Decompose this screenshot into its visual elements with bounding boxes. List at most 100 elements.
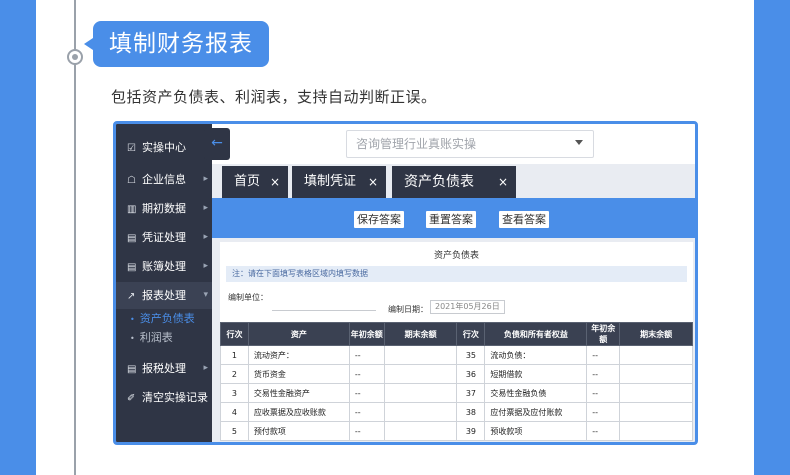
balance-table: 行次 资产 年初余额 期末余额 行次 负债和所有者权益 年初余额 期末余额 1 … — [220, 322, 693, 441]
sidebar-item-label: 凭证处理 — [142, 231, 186, 244]
closing-balance-input[interactable] — [619, 345, 693, 365]
industry-select[interactable]: 咨询管理行业真账实操 — [346, 130, 594, 158]
sidebar: ☑ 实操中心 ☖ 企业信息 ▸ ▥ 期初数据 ▸ ▤ 凭证处理 ▸ ▤ 账簿处理 ▸ ↗ 报表处理 ▾… — [116, 124, 212, 442]
bar-chart-icon: ▥ — [127, 204, 137, 215]
asset-name: 流动资产： — [247, 345, 350, 365]
tab-label: 资产负债表 — [404, 174, 474, 190]
opening-balance: -- — [586, 402, 621, 422]
notice-banner: 注：请在下面填写表格区域内填写数据 — [226, 266, 687, 282]
opening-balance: -- — [586, 383, 621, 403]
checkbox-icon: ☑ — [127, 143, 136, 154]
toolbar: 保存答案 重置答案 查看答案 — [212, 198, 695, 238]
sidebar-item-label: 企业信息 — [142, 173, 186, 186]
tab-label: 填制凭证 — [304, 174, 357, 189]
sidebar-item-label: 报税处理 — [142, 362, 186, 375]
section-title: 填制财务报表 — [84, 21, 269, 67]
row-number: 4 — [220, 402, 249, 422]
opening-balance: -- — [348, 402, 385, 422]
sidebar-item-clear-records[interactable]: ✐ 清空实操记录 — [116, 384, 212, 411]
sidebar-item-label: 期初数据 — [142, 202, 186, 215]
liability-name: 流动负债： — [484, 345, 588, 365]
chevron-icon: ▸ — [203, 203, 208, 213]
sidebar-item-label: 账簿处理 — [142, 260, 186, 273]
table-header-row: 行次 资产 年初余额 期末余额 行次 负债和所有者权益 年初余额 期末余额 — [220, 322, 693, 346]
opening-balance: -- — [586, 345, 621, 365]
row-number: 37 — [456, 383, 486, 403]
column-header: 负债和所有者权益 — [484, 322, 588, 346]
closing-balance-input[interactable] — [619, 421, 693, 441]
timeline-dot — [67, 49, 83, 65]
sidebar-item-label: 清空实操记录 — [142, 391, 208, 404]
select-value: 咨询管理行业真账实操 — [356, 137, 477, 151]
opening-balance: -- — [348, 383, 385, 403]
column-header: 年初余额 — [586, 322, 621, 346]
unit-label: 编制单位： — [228, 293, 268, 302]
closing-balance-input[interactable] — [383, 383, 458, 403]
date-field[interactable]: 2021年05月26日 — [430, 300, 505, 314]
back-arrow-icon[interactable]: ← — [204, 128, 230, 160]
sidebar-item-voucher[interactable]: ▤ 凭证处理 ▸ — [116, 224, 212, 251]
closing-balance-input[interactable] — [619, 383, 693, 403]
timeline-line — [74, 0, 76, 475]
left-blue-band — [0, 0, 36, 475]
tab-balance-sheet[interactable]: 资产负债表 × — [392, 166, 516, 198]
asset-name: 货币资金 — [247, 364, 350, 384]
liability-name: 交易性金融负债 — [484, 383, 588, 403]
row-number: 2 — [220, 364, 249, 384]
column-header: 期末余额 — [619, 322, 693, 346]
asset-name: 交易性金融资产 — [247, 383, 350, 403]
date-label: 编制日期： — [388, 305, 428, 314]
column-header: 行次 — [456, 322, 486, 346]
opening-balance: -- — [348, 421, 385, 441]
column-header: 期末余额 — [383, 322, 458, 346]
closing-balance-input[interactable] — [383, 364, 458, 384]
tab-bar: 首页 × 填制凭证 × 资产负债表 × — [212, 164, 695, 198]
chevron-icon: ▸ — [203, 261, 208, 271]
closing-balance-input[interactable] — [383, 402, 458, 422]
row-number: 38 — [456, 402, 486, 422]
right-blue-band — [754, 0, 790, 475]
close-icon[interactable]: × — [270, 166, 280, 198]
sidebar-item-ledger[interactable]: ▤ 账簿处理 ▸ — [116, 253, 212, 280]
top-bar: 咨询管理行业真账实操 — [212, 124, 695, 164]
closing-balance-input[interactable] — [619, 364, 693, 384]
liability-name: 短期借款 — [484, 364, 588, 384]
liability-name: 预收款项 — [484, 421, 588, 441]
unit-input[interactable] — [272, 310, 376, 311]
column-header: 年初余额 — [348, 322, 385, 346]
chevron-down-icon: ▾ — [203, 290, 208, 300]
sidebar-item-company-info[interactable]: ☖ 企业信息 ▸ — [116, 166, 212, 193]
row-number: 39 — [456, 421, 486, 441]
opening-balance: -- — [348, 364, 385, 384]
closing-balance-input[interactable] — [383, 421, 458, 441]
sidebar-item-tax[interactable]: ▤ 报税处理 ▸ — [116, 355, 212, 382]
chevron-icon: ▸ — [203, 232, 208, 242]
row-number: 3 — [220, 383, 249, 403]
reset-answer-button[interactable]: 重置答案 — [425, 210, 477, 229]
table-row: 4 应收票据及应收账款 -- 38 应付票据及应付账款 -- — [220, 402, 693, 422]
sidebar-item-practice-center[interactable]: ☑ 实操中心 — [116, 134, 212, 161]
sidebar-item-reports[interactable]: ↗ 报表处理 ▾ — [116, 282, 212, 309]
tab-voucher[interactable]: 填制凭证 × — [292, 166, 386, 198]
table-row: 5 预付款项 -- 39 预收款项 -- — [220, 421, 693, 441]
row-number: 35 — [456, 345, 486, 365]
close-icon[interactable]: × — [498, 166, 508, 198]
view-answer-button[interactable]: 查看答案 — [498, 210, 550, 229]
opening-balance: -- — [586, 421, 621, 441]
column-header: 资产 — [247, 322, 350, 346]
sidebar-subitem-balance-sheet[interactable]: 资产负债表 — [116, 310, 212, 328]
row-number: 1 — [220, 345, 249, 365]
sidebar-subitem-income-statement[interactable]: 利润表 — [116, 329, 212, 347]
close-icon[interactable]: × — [368, 166, 378, 198]
save-answer-button[interactable]: 保存答案 — [353, 210, 405, 229]
eraser-icon: ✐ — [127, 393, 136, 404]
sidebar-item-opening-data[interactable]: ▥ 期初数据 ▸ — [116, 195, 212, 222]
opening-balance: -- — [348, 345, 385, 365]
chevron-icon: ▸ — [203, 363, 208, 373]
closing-balance-input[interactable] — [619, 402, 693, 422]
document-icon: ▤ — [127, 364, 137, 375]
chevron-icon: ▸ — [203, 174, 208, 184]
tab-home[interactable]: 首页 × — [222, 166, 288, 198]
closing-balance-input[interactable] — [383, 345, 458, 365]
table-row: 1 流动资产： -- 35 流动负债： -- — [220, 345, 693, 365]
